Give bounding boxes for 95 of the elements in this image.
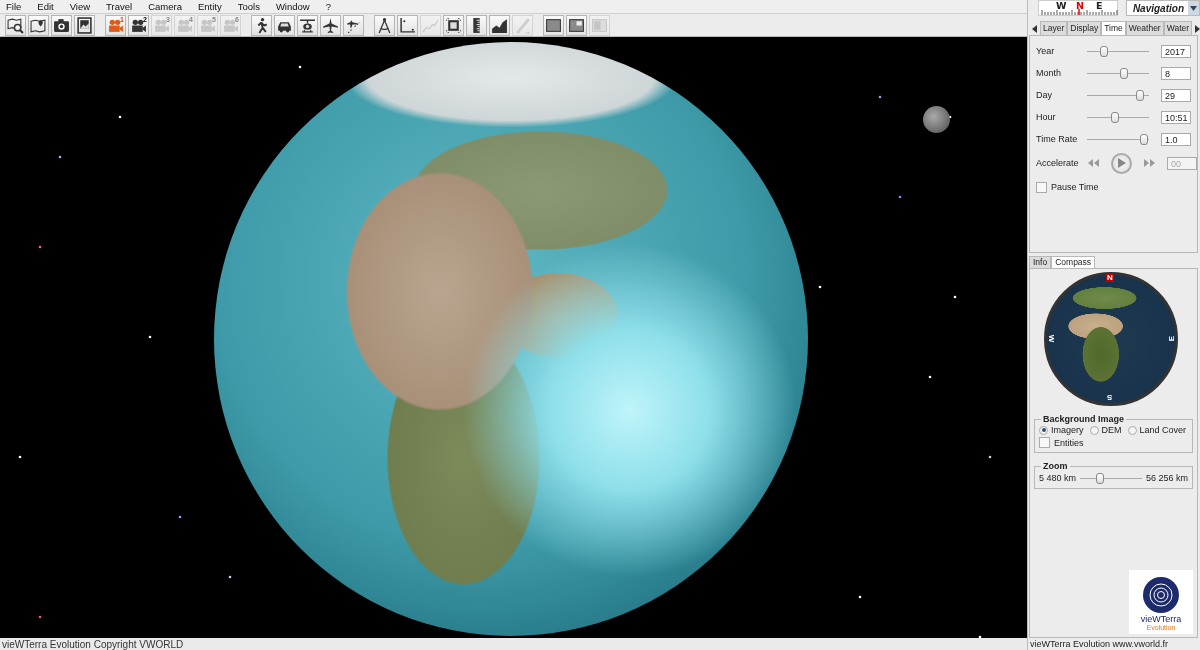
toolbar-button[interactable] [489, 14, 510, 36]
tab[interactable]: Display [1067, 21, 1102, 35]
toolbar-button[interactable] [297, 14, 318, 36]
compass-letter: W [1056, 1, 1067, 10]
toolbar-button[interactable] [320, 14, 341, 36]
toolbar-button[interactable] [51, 14, 72, 36]
toolbar-button[interactable] [466, 14, 487, 36]
text-field[interactable]: 10:51 [1161, 110, 1191, 124]
menu-item[interactable]: ? [325, 1, 340, 12]
toolbar-button[interactable] [251, 14, 272, 36]
menu-item[interactable]: Edit [37, 1, 63, 12]
axes-icon [399, 16, 416, 34]
slider-thumb[interactable] [1135, 89, 1144, 101]
play-icon [1117, 158, 1126, 168]
map-search-icon [7, 16, 24, 34]
radio-label: Imagery [1051, 425, 1084, 435]
frame-icon [445, 16, 462, 34]
slider-thumb[interactable] [1096, 472, 1105, 484]
toolbar-button[interactable] [343, 14, 364, 36]
menu-item[interactable]: Travel [106, 1, 142, 12]
moon-drawing [923, 106, 950, 133]
field-label: Month [1036, 68, 1062, 78]
toolbar-button[interactable] [5, 14, 26, 36]
dividers-icon [376, 16, 393, 34]
menu-item[interactable]: Tools [237, 1, 269, 12]
tab[interactable]: Time [1101, 21, 1126, 35]
field-label: Hour [1036, 112, 1057, 122]
checkbox[interactable] [1039, 437, 1050, 448]
compass-letter: E [1096, 1, 1103, 10]
group-title: Zoom [1042, 461, 1069, 471]
zoom-max-label: 56 256 km [1145, 473, 1188, 483]
scroll-left-icon [1032, 24, 1038, 33]
toolbar-button[interactable] [28, 14, 49, 36]
logo-text: vieWTerra [1140, 615, 1182, 624]
text-field[interactable]: 29 [1161, 88, 1191, 102]
radio-label: Land Cover [1139, 425, 1187, 435]
toolbar-button[interactable] [543, 14, 564, 36]
field-label: Year [1036, 46, 1056, 56]
zoom-min-label: 5 480 km [1039, 473, 1077, 483]
play-button[interactable] [1111, 152, 1132, 174]
panel-split-icon [591, 16, 608, 34]
compass-letter: N [1106, 273, 1114, 282]
tab[interactable]: Info [1029, 256, 1052, 268]
text-field[interactable]: 1.0 [1161, 132, 1191, 146]
toolbar-button[interactable] [566, 14, 587, 36]
tab[interactable]: Water [1163, 21, 1193, 35]
rewind-icon[interactable] [1088, 159, 1099, 167]
pen-icon [514, 16, 531, 34]
text-field[interactable]: 8 [1161, 66, 1191, 80]
checkbox-label: Entities [1054, 437, 1084, 448]
toolbar-button[interactable] [397, 14, 418, 36]
compass-letter: N [1076, 1, 1084, 10]
radio-label: DEM [1101, 425, 1122, 435]
toolbar-button[interactable] [374, 14, 395, 36]
slider-thumb[interactable] [1100, 45, 1109, 57]
status-text: vieWTerra Evolution Copyright VWORLD [2, 638, 184, 650]
camera-icon [53, 16, 70, 34]
field-label: Accelerate [1036, 158, 1080, 168]
tab[interactable]: Compass [1051, 256, 1096, 268]
field-label: Time Rate [1036, 134, 1079, 144]
radio-button[interactable] [1039, 425, 1048, 435]
menu-item[interactable]: Window [275, 1, 319, 12]
fast-forward-icon[interactable] [1144, 159, 1155, 167]
mode-dropdown[interactable]: Navigation [1125, 0, 1200, 16]
toolbar-button[interactable] [274, 14, 295, 36]
menu-item[interactable]: View [69, 1, 100, 12]
panel-inset-icon [568, 16, 585, 34]
compass-letter: S [1107, 393, 1113, 402]
tab[interactable]: Weather [1125, 21, 1164, 35]
area-chart-icon [491, 16, 508, 34]
helicopter-icon [299, 16, 316, 34]
slider-thumb[interactable] [1110, 111, 1119, 123]
toolbar-button[interactable] [74, 14, 95, 36]
menu-item[interactable]: File [6, 1, 31, 12]
checkbox[interactable] [1036, 181, 1047, 193]
panel-icon [545, 16, 562, 34]
field-label: Day [1036, 90, 1053, 100]
tab[interactable]: Layer [1040, 21, 1068, 35]
compass-letter: W [1047, 334, 1057, 343]
toolbar-button[interactable] [443, 14, 464, 36]
slider-thumb[interactable] [1140, 133, 1149, 145]
status-text: vieWTerra Evolution www.vworld.fr [1029, 638, 1170, 650]
menu-item[interactable]: Entity [197, 1, 231, 12]
compass-letter: E [1166, 335, 1176, 342]
radio-button[interactable] [1127, 425, 1137, 435]
checkbox-label: Pause Time [1051, 182, 1099, 192]
radio-button[interactable] [1089, 425, 1099, 435]
text-field[interactable]: 2017 [1161, 44, 1191, 58]
image-frame-icon [76, 16, 93, 34]
group-title: Background Image [1042, 414, 1126, 424]
menu-item[interactable]: Camera [148, 1, 191, 12]
slider-thumb[interactable] [1120, 67, 1129, 79]
map-pin-icon [30, 16, 47, 34]
airplane-icon [322, 16, 339, 34]
logo-emblem-icon [1142, 576, 1180, 614]
